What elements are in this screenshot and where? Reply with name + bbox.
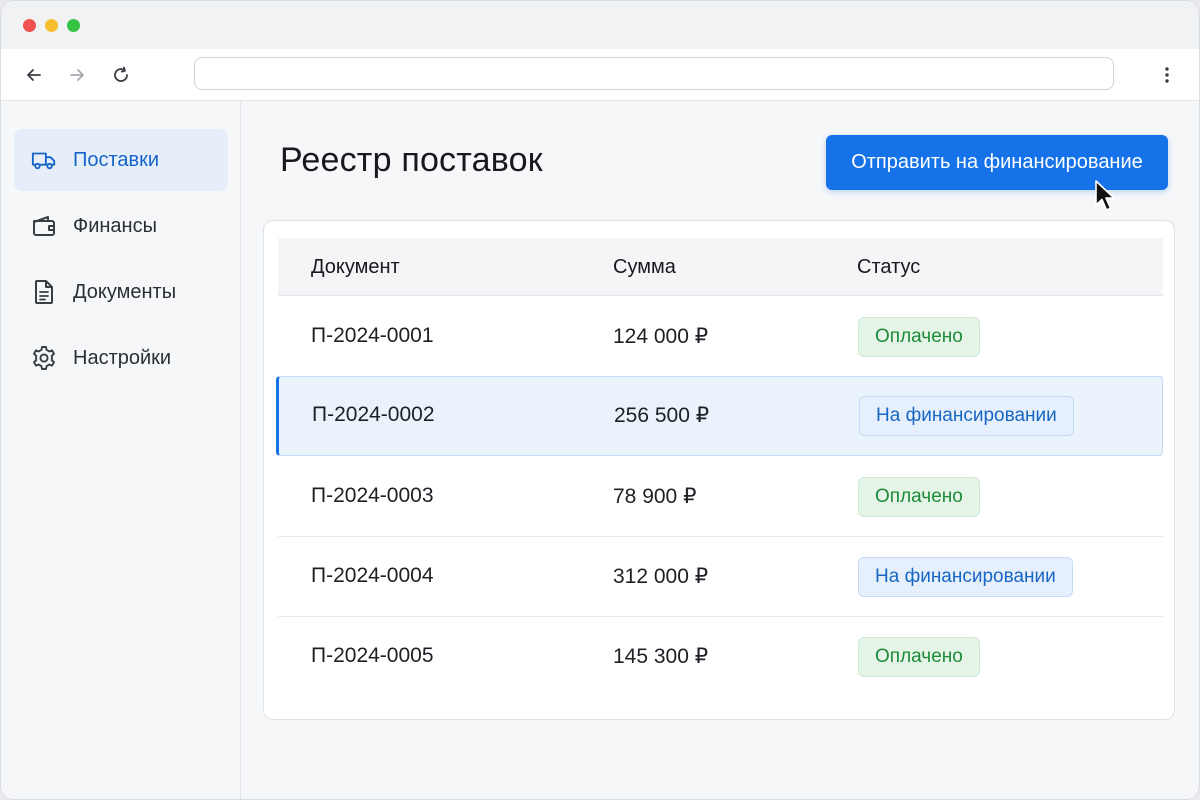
arrow-left-icon (27, 69, 41, 81)
truck-icon (31, 147, 57, 173)
table-header: Документ Сумма Статус (278, 238, 1163, 296)
status-badge: На финансировании (859, 396, 1074, 436)
sidebar: Поставки Финансы Документы Настройки (1, 101, 241, 799)
browser-toolbar (1, 49, 1199, 101)
table-row[interactable]: П-2024-0005 145 300 ₽ Оплачено (278, 617, 1163, 697)
sidebar-item-label: Документы (73, 280, 177, 303)
status-badge: Оплачено (858, 317, 980, 357)
minimize-window-button[interactable] (45, 18, 58, 32)
status-badge: Оплачено (858, 477, 980, 517)
address-bar-input[interactable] (194, 57, 1114, 90)
document-cell: П-2024-0001 (311, 324, 434, 347)
document-cell: П-2024-0004 (311, 564, 434, 587)
status-badge: Оплачено (858, 637, 980, 677)
column-header-status: Статус (857, 256, 921, 278)
table-row[interactable]: П-2024-0003 78 900 ₽ Оплачено (278, 457, 1163, 537)
reload-button[interactable] (109, 63, 133, 87)
sidebar-item-label: Поставки (73, 148, 160, 171)
deliveries-table: Документ Сумма Статус П-2024-0001 124 00… (263, 220, 1175, 720)
column-header-amount: Сумма (613, 256, 676, 278)
kebab-menu-icon (1165, 67, 1169, 83)
amount-cell: 145 300 ₽ (613, 645, 709, 668)
back-button[interactable] (22, 63, 46, 87)
browser-window: Поставки Финансы Документы Настройки Рее… (0, 0, 1200, 800)
sidebar-item-deliveries[interactable]: Поставки (14, 129, 228, 191)
document-icon (31, 279, 57, 305)
amount-cell: 124 000 ₽ (613, 325, 709, 348)
browser-menu-button[interactable] (1156, 63, 1178, 87)
table-row-selected[interactable]: П-2024-0002 256 500 ₽ На финансировании (276, 376, 1163, 456)
send-to-financing-button[interactable]: Отправить на финансирование (826, 135, 1168, 190)
forward-button[interactable] (65, 63, 89, 87)
document-cell: П-2024-0002 (312, 403, 435, 426)
amount-cell: 78 900 ₽ (613, 485, 697, 508)
document-cell: П-2024-0003 (311, 484, 434, 507)
arrow-right-icon (70, 69, 84, 81)
sidebar-item-documents[interactable]: Документы (14, 261, 228, 323)
amount-cell: 312 000 ₽ (613, 565, 709, 588)
sidebar-item-label: Финансы (73, 214, 157, 237)
sidebar-item-settings[interactable]: Настройки (14, 327, 228, 389)
table-row[interactable]: П-2024-0004 312 000 ₽ На финансировании (278, 537, 1163, 617)
sidebar-item-label: Настройки (73, 346, 172, 369)
title-bar (1, 1, 1199, 49)
status-badge: На финансировании (858, 557, 1073, 597)
maximize-window-button[interactable] (67, 18, 80, 32)
table-row[interactable]: П-2024-0001 124 000 ₽ Оплачено (278, 297, 1163, 377)
reload-icon (114, 66, 128, 82)
amount-cell: 256 500 ₽ (614, 404, 710, 427)
column-header-document: Документ (311, 256, 400, 278)
sidebar-item-finance[interactable]: Финансы (14, 195, 228, 257)
wallet-icon (31, 213, 57, 239)
document-cell: П-2024-0005 (311, 644, 434, 667)
page-title: Реестр поставок (280, 141, 543, 179)
close-window-button[interactable] (23, 18, 36, 32)
gear-icon (31, 345, 57, 371)
